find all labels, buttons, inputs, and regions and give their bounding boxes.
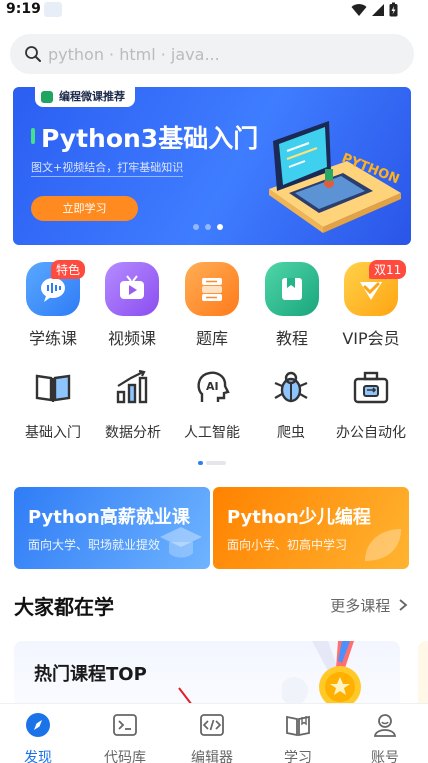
bug-icon (274, 371, 308, 403)
banner-dot[interactable] (205, 224, 211, 230)
category-label: 基础入门 (25, 425, 81, 441)
leaf-icon (365, 529, 401, 561)
book-icon (286, 715, 310, 737)
wifi-icon (351, 3, 367, 16)
quick-item-label: VIP会员 (342, 329, 400, 348)
promo-title: Python少儿编程 (227, 507, 371, 528)
tab-learn[interactable]: 学习 (263, 712, 333, 763)
code-editor-icon (200, 714, 224, 736)
quick-item-video[interactable]: 视频课 (92, 262, 172, 349)
tab-label: 代码库 (104, 750, 146, 763)
banner-dot[interactable] (193, 224, 199, 230)
page-indicator-inactive (206, 461, 226, 465)
category-crawler[interactable]: 爬虫 (246, 368, 336, 442)
tab-label: 学习 (284, 750, 312, 763)
tab-account[interactable]: 账号 (350, 712, 420, 763)
top-courses-title: 热门课程TOP (34, 664, 147, 685)
promo-card-career[interactable]: Python高薪就业课 面向大学、职场就业提效 (14, 487, 210, 569)
feature-badge: 特色 (51, 260, 86, 279)
banner-subtitle: 图文+视频结合，打牢基础知识 (31, 159, 184, 177)
status-bar: 9:19 (0, 0, 428, 20)
banner-title-text: Python3基础入门 (41, 124, 259, 153)
quick-item-practice[interactable]: 特色 学练课 (13, 260, 93, 349)
page-indicator-active (198, 461, 203, 465)
ai-head-icon: AI (197, 371, 230, 402)
category-label: 数据分析 (105, 425, 161, 441)
bar-chart-icon (116, 369, 148, 404)
quick-item-label: 题库 (195, 329, 228, 348)
banner-tag: 编程微课推荐 (35, 87, 135, 107)
search-icon (25, 46, 41, 62)
tab-discover[interactable]: 发现 (3, 712, 73, 763)
signal-icon (372, 3, 384, 16)
search-bar[interactable] (10, 34, 414, 74)
quick-item-label: 教程 (275, 329, 308, 348)
shield-icon (41, 91, 53, 103)
promo-subtitle: 面向大学、职场就业提效 (28, 538, 161, 552)
graduation-cap-icon (160, 527, 202, 558)
promo-subtitle: 面向小学、初高中学习 (227, 538, 348, 552)
open-book-icon (35, 374, 71, 402)
battery-icon (389, 2, 398, 17)
briefcase-icon (353, 371, 389, 404)
tab-code-library[interactable]: 代码库 (90, 712, 160, 763)
more-courses-label: 更多课程 (330, 597, 391, 615)
banner-dot-active[interactable] (217, 224, 223, 230)
book-stack-icon (185, 262, 239, 316)
category-label: 办公自动化 (336, 425, 406, 441)
promo-banner[interactable]: 编程微课推荐 Python3基础入门 图文+视频结合，打牢基础知识 立即学习 P… (13, 87, 411, 245)
category-data-analysis[interactable]: 数据分析 (88, 368, 178, 442)
chevron-right-icon (399, 599, 408, 611)
start-learning-button[interactable]: 立即学习 (31, 196, 138, 221)
category-page-indicator (198, 461, 226, 465)
terminal-icon (113, 714, 137, 736)
double-eleven-badge: 双11 (369, 260, 407, 279)
medal-icon (282, 641, 361, 708)
notification-app-icon (44, 2, 62, 17)
quick-item-label: 学练课 (28, 329, 77, 348)
tab-label: 发现 (24, 750, 52, 763)
bottom-tab-bar: 发现 代码库 编辑器 学习 账号 (0, 703, 428, 763)
quick-item-vip[interactable]: 双11 VIP会员 (331, 260, 411, 349)
section-title: 大家都在学 (14, 595, 114, 619)
tab-label: 账号 (371, 750, 399, 763)
quick-item-label: 视频课 (107, 329, 156, 348)
svg-text:AI: AI (206, 380, 219, 393)
next-card-peek (418, 641, 428, 711)
banner-tag-label: 编程微课推荐 (59, 90, 125, 103)
category-office-automation[interactable]: 办公自动化 (326, 368, 416, 442)
category-label: 爬虫 (277, 425, 305, 441)
category-ai[interactable]: AI 人工智能 (167, 368, 257, 442)
promo-card-kids[interactable]: Python少儿编程 面向小学、初高中学习 (213, 487, 409, 569)
tutorial-book-icon (265, 262, 319, 316)
more-courses-link[interactable]: 更多课程 (330, 595, 408, 616)
status-time: 9:19 (6, 1, 41, 17)
laptop-illustration: PYTHON (269, 121, 401, 233)
status-icons (351, 2, 398, 17)
category-label: 人工智能 (184, 425, 240, 441)
quick-item-question-bank[interactable]: 题库 (172, 262, 252, 349)
banner-title: Python3基础入门 (31, 119, 258, 155)
quick-item-tutorial[interactable]: 教程 (252, 262, 332, 349)
search-input[interactable] (48, 42, 388, 66)
compass-icon (26, 713, 50, 737)
promo-title: Python高薪就业课 (28, 507, 190, 528)
category-basics[interactable]: 基础入门 (8, 368, 98, 442)
tab-editor[interactable]: 编辑器 (177, 712, 247, 763)
tab-label: 编辑器 (191, 750, 233, 763)
tv-icon (105, 262, 159, 316)
banner-pagination (193, 224, 223, 230)
user-icon (373, 714, 397, 737)
